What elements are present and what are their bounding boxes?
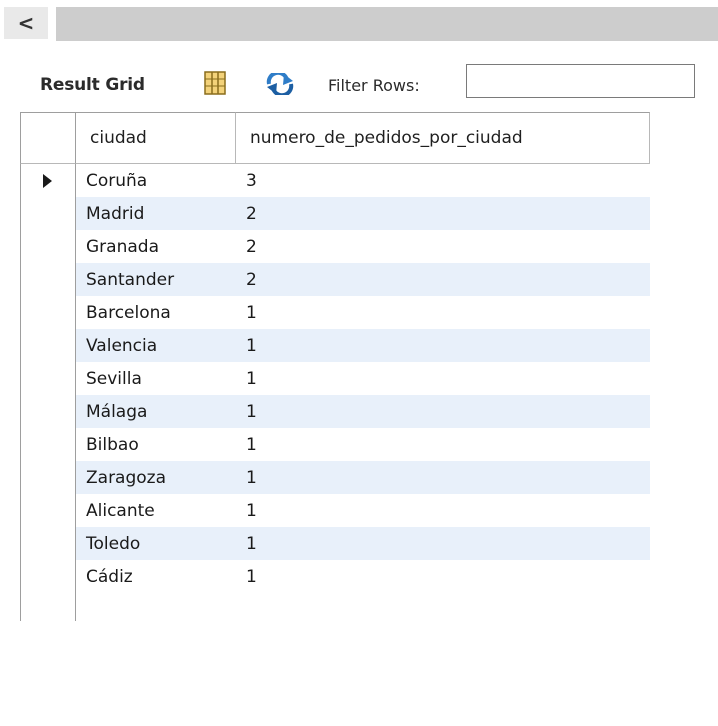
grid-layout-icon[interactable] xyxy=(204,71,226,95)
cell-ciudad[interactable]: Sevilla xyxy=(76,362,236,395)
result-grid: ciudad numero_de_pedidos_por_ciudad Coru… xyxy=(20,112,650,621)
cell-ciudad[interactable]: Valencia xyxy=(76,329,236,362)
cell-numero-de-pedidos[interactable]: 1 xyxy=(236,494,650,527)
row-header[interactable] xyxy=(20,296,76,329)
row-header[interactable] xyxy=(20,263,76,296)
cell-ciudad[interactable]: Barcelona xyxy=(76,296,236,329)
row-header[interactable] xyxy=(20,395,76,428)
result-grid-tab[interactable]: Result Grid xyxy=(40,75,145,95)
cell-numero-de-pedidos[interactable]: 1 xyxy=(236,296,650,329)
cell-ciudad[interactable]: Cádiz xyxy=(76,560,236,593)
grid-empty-space xyxy=(20,593,650,621)
row-header[interactable] xyxy=(20,329,76,362)
row-header[interactable] xyxy=(20,230,76,263)
cell-ciudad[interactable]: Bilbao xyxy=(76,428,236,461)
cell-ciudad[interactable]: Alicante xyxy=(76,494,236,527)
table-row[interactable]: Barcelona 1 xyxy=(20,296,650,329)
table-row[interactable]: Málaga 1 xyxy=(20,395,650,428)
table-row[interactable]: Alicante 1 xyxy=(20,494,650,527)
table-row[interactable]: Bilbao 1 xyxy=(20,428,650,461)
row-header[interactable] xyxy=(20,197,76,230)
column-header-ciudad[interactable]: ciudad xyxy=(76,112,236,164)
cell-numero-de-pedidos[interactable]: 1 xyxy=(236,362,650,395)
filter-rows-label: Filter Rows: xyxy=(328,76,420,95)
cell-ciudad[interactable]: Toledo xyxy=(76,527,236,560)
row-header-corner[interactable] xyxy=(20,112,76,164)
chevron-left-icon: < xyxy=(17,11,35,35)
table-row[interactable]: Valencia 1 xyxy=(20,329,650,362)
cell-numero-de-pedidos[interactable]: 1 xyxy=(236,461,650,494)
row-header[interactable] xyxy=(20,428,76,461)
row-gutter xyxy=(20,593,76,621)
cell-numero-de-pedidos[interactable]: 2 xyxy=(236,197,650,230)
row-header[interactable] xyxy=(20,164,76,197)
cell-ciudad[interactable]: Madrid xyxy=(76,197,236,230)
row-header[interactable] xyxy=(20,527,76,560)
table-row[interactable]: Coruña 3 xyxy=(20,164,650,197)
refresh-icon[interactable] xyxy=(265,73,295,95)
cell-numero-de-pedidos[interactable]: 1 xyxy=(236,395,650,428)
results-collapse-bar: < xyxy=(0,0,718,43)
tab-strip xyxy=(56,7,718,41)
row-header[interactable] xyxy=(20,494,76,527)
cell-numero-de-pedidos[interactable]: 2 xyxy=(236,263,650,296)
cell-ciudad[interactable]: Coruña xyxy=(76,164,236,197)
table-row[interactable]: Santander 2 xyxy=(20,263,650,296)
table-row[interactable]: Granada 2 xyxy=(20,230,650,263)
cell-numero-de-pedidos[interactable]: 3 xyxy=(236,164,650,197)
current-row-marker-icon xyxy=(43,174,52,188)
row-header[interactable] xyxy=(20,560,76,593)
table-row[interactable]: Toledo 1 xyxy=(20,527,650,560)
column-header-numero-de-pedidos[interactable]: numero_de_pedidos_por_ciudad xyxy=(236,112,650,164)
collapse-panel-button[interactable]: < xyxy=(4,7,48,39)
filter-rows-input[interactable] xyxy=(466,64,695,98)
row-header[interactable] xyxy=(20,362,76,395)
table-row[interactable]: Zaragoza 1 xyxy=(20,461,650,494)
cell-numero-de-pedidos[interactable]: 1 xyxy=(236,527,650,560)
table-row[interactable]: Cádiz 1 xyxy=(20,560,650,593)
grid-header-row: ciudad numero_de_pedidos_por_ciudad xyxy=(20,112,650,164)
cell-ciudad[interactable]: Santander xyxy=(76,263,236,296)
cell-numero-de-pedidos[interactable]: 1 xyxy=(236,428,650,461)
table-row[interactable]: Madrid 2 xyxy=(20,197,650,230)
cell-ciudad[interactable]: Granada xyxy=(76,230,236,263)
cell-numero-de-pedidos[interactable]: 2 xyxy=(236,230,650,263)
cell-numero-de-pedidos[interactable]: 1 xyxy=(236,560,650,593)
cell-ciudad[interactable]: Málaga xyxy=(76,395,236,428)
cell-numero-de-pedidos[interactable]: 1 xyxy=(236,329,650,362)
table-row[interactable]: Sevilla 1 xyxy=(20,362,650,395)
row-header[interactable] xyxy=(20,461,76,494)
cell-ciudad[interactable]: Zaragoza xyxy=(76,461,236,494)
